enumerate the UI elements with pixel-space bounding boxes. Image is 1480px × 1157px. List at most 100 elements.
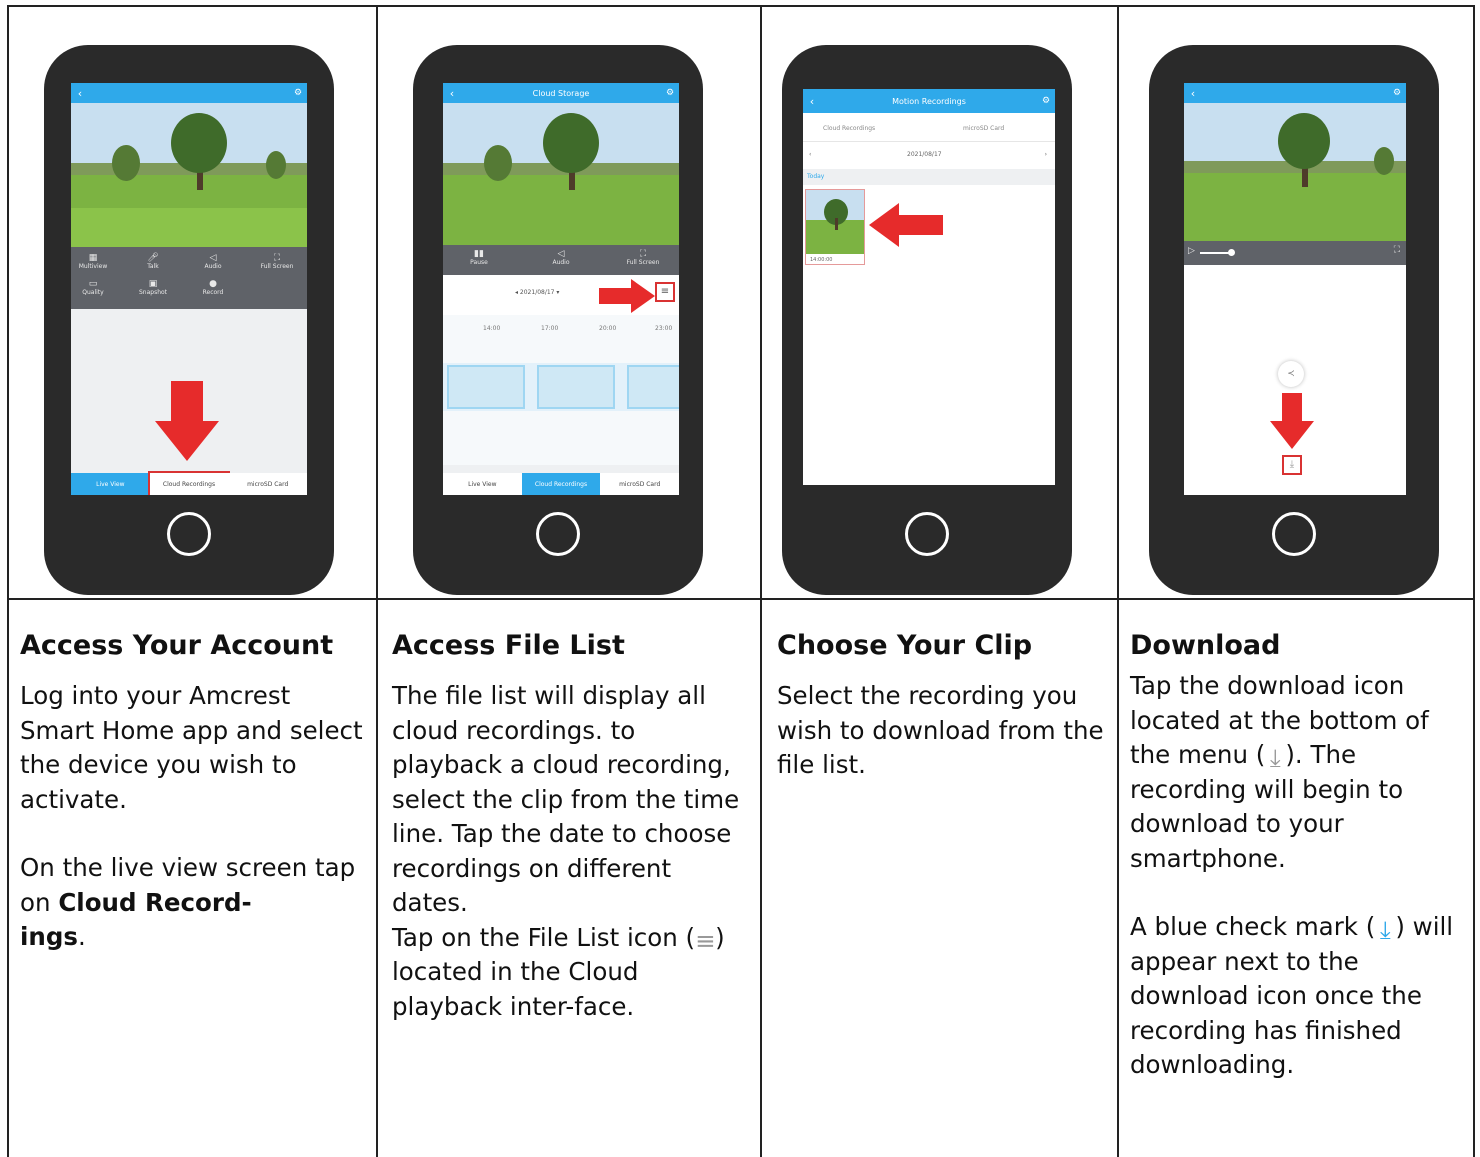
timeline-tick: 20:00 xyxy=(599,325,617,332)
group-label: Today xyxy=(807,173,825,180)
multiview-button[interactable]: ▦ Multiview xyxy=(73,253,113,270)
bottom-tabs: Live View Cloud Recordings microSD Card xyxy=(443,473,679,495)
step4-heading: Download xyxy=(1130,630,1281,661)
subtab-cloud[interactable]: Cloud Recordings xyxy=(823,125,875,132)
talk-button[interactable]: 🎤︎ Talk xyxy=(133,253,173,270)
home-button-icon[interactable] xyxy=(905,512,949,556)
step1-body: Log into your Amcrest Smart Home app and… xyxy=(20,681,363,814)
app-header: ‹ Motion Recordings ⚙ xyxy=(803,89,1055,113)
step4-caption: Download Tap the download icon located a… xyxy=(1130,630,1475,1083)
progress-bar[interactable] xyxy=(1200,252,1230,254)
timeline-clip[interactable] xyxy=(627,365,679,409)
progress-handle[interactable] xyxy=(1228,249,1235,256)
fullscreen-button[interactable]: ⛶ Full Screen xyxy=(257,253,297,270)
back-icon[interactable]: ‹ xyxy=(443,87,461,100)
pause-button[interactable]: ▮▮ Pause xyxy=(459,249,499,266)
prev-date-icon[interactable]: ‹ xyxy=(809,151,811,158)
date-selector[interactable]: ◂ 2021/08/17 ▾ xyxy=(515,289,559,296)
phone-screen: ‹ Motion Recordings ⚙ Cloud Recordings mic… xyxy=(803,89,1055,485)
step1-body2-suffix: . xyxy=(77,922,86,951)
screen-title: Cloud Storage xyxy=(532,88,590,98)
record-button[interactable]: ● Record xyxy=(193,279,233,296)
fullscreen-button[interactable]: ⛶ Full Screen xyxy=(623,249,663,266)
park-scene-image xyxy=(1184,103,1406,241)
step2-caption: Access File List The file list will disp… xyxy=(392,630,742,1024)
phone-screen: ‹ ⚙ ▷ ⛶ ≺ ⤓ xyxy=(1184,83,1406,495)
back-icon[interactable]: ‹ xyxy=(71,87,89,100)
app-header: ‹ ⚙ xyxy=(71,83,307,103)
playback-bar: ▷ ⛶ xyxy=(1184,241,1406,265)
subtab-row: Cloud Recordings microSD Card xyxy=(803,117,1055,142)
control-label: Record xyxy=(202,289,224,296)
step4-body2-text: A blue check mark ( xyxy=(1130,912,1376,941)
home-button-icon[interactable] xyxy=(1272,512,1316,556)
right-arrow-icon xyxy=(599,279,655,313)
next-date-icon[interactable]: › xyxy=(1045,151,1047,158)
step1-body2: On the live view screen tap on Cloud Rec… xyxy=(20,851,370,955)
step3-heading: Choose Your Clip xyxy=(777,630,1033,661)
back-icon[interactable]: ‹ xyxy=(1184,87,1202,100)
screen-title: Motion Recordings xyxy=(892,96,966,106)
settings-icon[interactable]: ⚙ xyxy=(289,88,307,98)
download-icon: ⤓ xyxy=(1269,743,1281,772)
timeline[interactable]: 14:00 17:00 20:00 23:00 xyxy=(443,315,679,465)
step2-heading: Access File List xyxy=(392,630,625,661)
timeline-tick: 14:00 xyxy=(483,325,501,332)
camera-feed xyxy=(443,103,679,245)
settings-icon[interactable]: ⚙ xyxy=(661,88,679,98)
down-arrow-icon xyxy=(155,381,219,461)
group-header: Today xyxy=(803,169,1055,185)
back-icon[interactable]: ‹ xyxy=(803,95,821,108)
step4-body: Tap the download icon located at the bot… xyxy=(1130,669,1475,876)
phone-step4: ‹ ⚙ ▷ ⛶ ≺ ⤓ xyxy=(1149,45,1439,595)
control-label: Multiview xyxy=(78,263,108,270)
quality-button[interactable]: ▭ Quality xyxy=(73,279,113,296)
tab-cloud-recordings[interactable]: Cloud Recordings xyxy=(147,471,231,495)
camera-feed xyxy=(71,103,307,247)
clip-preview-image xyxy=(806,190,864,254)
tab-microsd-card[interactable]: microSD Card xyxy=(228,473,307,495)
subtab-microsd[interactable]: microSD Card xyxy=(963,125,1004,132)
phone-step3: ‹ Motion Recordings ⚙ Cloud Recordings mic… xyxy=(782,45,1072,595)
timeline-tick: 23:00 xyxy=(655,325,673,332)
step1-bold-text: ings xyxy=(20,922,78,951)
home-button-icon[interactable] xyxy=(536,512,580,556)
grid-line xyxy=(376,5,378,1157)
snapshot-button[interactable]: ▣ Snapshot xyxy=(133,279,173,296)
share-icon[interactable]: ≺ xyxy=(1278,361,1304,387)
file-list-icon[interactable]: ≡ xyxy=(655,282,675,302)
home-button-icon[interactable] xyxy=(167,512,211,556)
instruction-grid: ‹ ⚙ ▦ Multiview 🎤︎ Talk ◁ Audio ⛶ Full S… xyxy=(7,5,1475,1157)
settings-icon[interactable]: ⚙ xyxy=(1037,96,1055,106)
tab-live-view[interactable]: Live View xyxy=(71,473,150,495)
tab-cloud-recordings[interactable]: Cloud Recordings xyxy=(521,473,601,495)
down-arrow-icon xyxy=(1270,393,1314,449)
tab-microsd-card[interactable]: microSD Card xyxy=(600,473,679,495)
left-arrow-icon xyxy=(869,203,943,247)
grid-line xyxy=(7,5,1475,7)
control-label: Full Screen xyxy=(260,263,294,270)
date-label: 2021/08/17 xyxy=(519,289,555,296)
clip-thumbnail[interactable]: 14:00:00 xyxy=(805,189,865,265)
timeline-clip[interactable] xyxy=(447,365,525,409)
park-scene-image xyxy=(71,103,307,247)
audio-button[interactable]: ◁ Audio xyxy=(541,249,581,266)
audio-button[interactable]: ◁ Audio xyxy=(193,253,233,270)
app-header: ‹ ⚙ xyxy=(1184,83,1406,103)
play-icon[interactable]: ▷ xyxy=(1188,246,1195,256)
timeline-tick: 17:00 xyxy=(541,325,559,332)
tab-live-view[interactable]: Live View xyxy=(443,473,522,495)
date-label[interactable]: 2021/08/17 xyxy=(907,151,942,158)
camera-feed xyxy=(1184,103,1406,241)
file-list-icon: ≡ xyxy=(695,925,716,955)
grid-line xyxy=(7,5,9,1157)
control-label: Quality xyxy=(82,289,104,296)
download-icon[interactable]: ⤓ xyxy=(1282,455,1302,475)
timeline-clip[interactable] xyxy=(537,365,615,409)
phone-step1: ‹ ⚙ ▦ Multiview 🎤︎ Talk ◁ Audio ⛶ Full S… xyxy=(44,45,334,595)
fullscreen-icon[interactable]: ⛶ xyxy=(1394,245,1400,255)
phone-screen: ‹ ⚙ ▦ Multiview 🎤︎ Talk ◁ Audio ⛶ Full S… xyxy=(71,83,307,495)
grid-line xyxy=(760,5,762,1157)
grid-line xyxy=(7,598,1475,600)
settings-icon[interactable]: ⚙ xyxy=(1388,88,1406,98)
